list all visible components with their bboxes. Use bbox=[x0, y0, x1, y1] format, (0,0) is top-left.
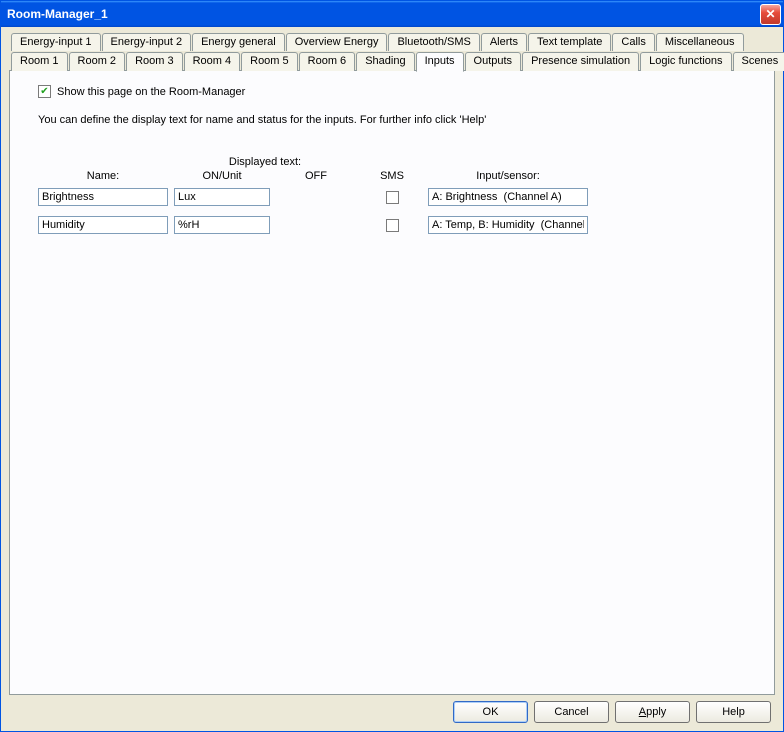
close-button[interactable]: ✕ bbox=[760, 4, 781, 25]
close-icon: ✕ bbox=[765, 8, 775, 20]
input-row: ✔ bbox=[38, 188, 758, 206]
header-sms: SMS bbox=[362, 170, 422, 182]
sms-checkbox[interactable]: ✔ bbox=[386, 219, 399, 232]
tab-miscellaneous[interactable]: Miscellaneous bbox=[656, 33, 744, 51]
tab-room-1[interactable]: Room 1 bbox=[11, 52, 68, 71]
tab-presence-simulation[interactable]: Presence simulation bbox=[522, 52, 639, 71]
dialog-window: Room-Manager_1 ✕ Energy-input 1Energy-in… bbox=[0, 0, 784, 732]
tab-scenes[interactable]: Scenes bbox=[733, 52, 784, 71]
tab-alerts[interactable]: Alerts bbox=[481, 33, 527, 51]
show-page-option[interactable]: ✔ Show this page on the Room-Manager bbox=[38, 85, 758, 98]
tab-overview-energy[interactable]: Overview Energy bbox=[286, 33, 388, 51]
tab-row-1: Energy-input 1Energy-input 2Energy gener… bbox=[9, 33, 775, 51]
tab-energy-input-2[interactable]: Energy-input 2 bbox=[102, 33, 192, 51]
name-input[interactable] bbox=[38, 216, 168, 234]
cancel-button[interactable]: Cancel bbox=[534, 701, 609, 723]
tab-room-5[interactable]: Room 5 bbox=[241, 52, 298, 71]
tab-room-4[interactable]: Room 4 bbox=[184, 52, 241, 71]
titlebar: Room-Manager_1 ✕ bbox=[1, 1, 783, 27]
tab-strip: Energy-input 1Energy-input 2Energy gener… bbox=[9, 33, 775, 70]
tab-panel-inputs: ✔ Show this page on the Room-Manager You… bbox=[9, 70, 775, 695]
sensor-display[interactable] bbox=[428, 188, 588, 206]
sms-checkbox[interactable]: ✔ bbox=[386, 191, 399, 204]
show-page-label: Show this page on the Room-Manager bbox=[57, 86, 245, 98]
name-input[interactable] bbox=[38, 188, 168, 206]
tab-inputs[interactable]: Inputs bbox=[416, 52, 464, 72]
header-name: Name: bbox=[38, 170, 168, 182]
tab-room-3[interactable]: Room 3 bbox=[126, 52, 183, 71]
on-unit-input[interactable] bbox=[174, 216, 270, 234]
tab-outputs[interactable]: Outputs bbox=[465, 52, 522, 71]
window-title: Room-Manager_1 bbox=[7, 7, 760, 21]
input-row: ✔ bbox=[38, 216, 758, 234]
sms-cell: ✔ bbox=[362, 219, 422, 232]
client-area: Energy-input 1Energy-input 2Energy gener… bbox=[1, 27, 783, 731]
tab-row-2: Room 1Room 2Room 3Room 4Room 5Room 6Shad… bbox=[9, 51, 775, 70]
tab-text-template[interactable]: Text template bbox=[528, 33, 611, 51]
tab-bluetooth-sms[interactable]: Bluetooth/SMS bbox=[388, 33, 479, 51]
tab-room-6[interactable]: Room 6 bbox=[299, 52, 356, 71]
header-input-sensor: Input/sensor: bbox=[428, 170, 588, 182]
header-on-unit: ON/Unit bbox=[174, 170, 270, 182]
help-button[interactable]: Help bbox=[696, 701, 771, 723]
on-unit-input[interactable] bbox=[174, 188, 270, 206]
header-displayed-text: Displayed text: bbox=[174, 156, 356, 168]
tab-logic-functions[interactable]: Logic functions bbox=[640, 52, 731, 71]
column-headers: Displayed text: Name: ON/Unit OFF SMS In… bbox=[38, 156, 758, 182]
description-text: You can define the display text for name… bbox=[38, 114, 758, 126]
sensor-display[interactable] bbox=[428, 216, 588, 234]
apply-button[interactable]: Apply bbox=[615, 701, 690, 723]
tab-shading[interactable]: Shading bbox=[356, 52, 414, 71]
tab-energy-general[interactable]: Energy general bbox=[192, 33, 285, 51]
tab-room-2[interactable]: Room 2 bbox=[69, 52, 126, 71]
tab-energy-input-1[interactable]: Energy-input 1 bbox=[11, 33, 101, 51]
dialog-buttons: OK Cancel Apply Help bbox=[9, 695, 775, 723]
ok-button[interactable]: OK bbox=[453, 701, 528, 723]
input-rows: ✔✔ bbox=[26, 188, 758, 234]
header-off: OFF bbox=[276, 170, 356, 182]
sms-cell: ✔ bbox=[362, 191, 422, 204]
show-page-checkbox[interactable]: ✔ bbox=[38, 85, 51, 98]
tab-calls[interactable]: Calls bbox=[612, 33, 654, 51]
